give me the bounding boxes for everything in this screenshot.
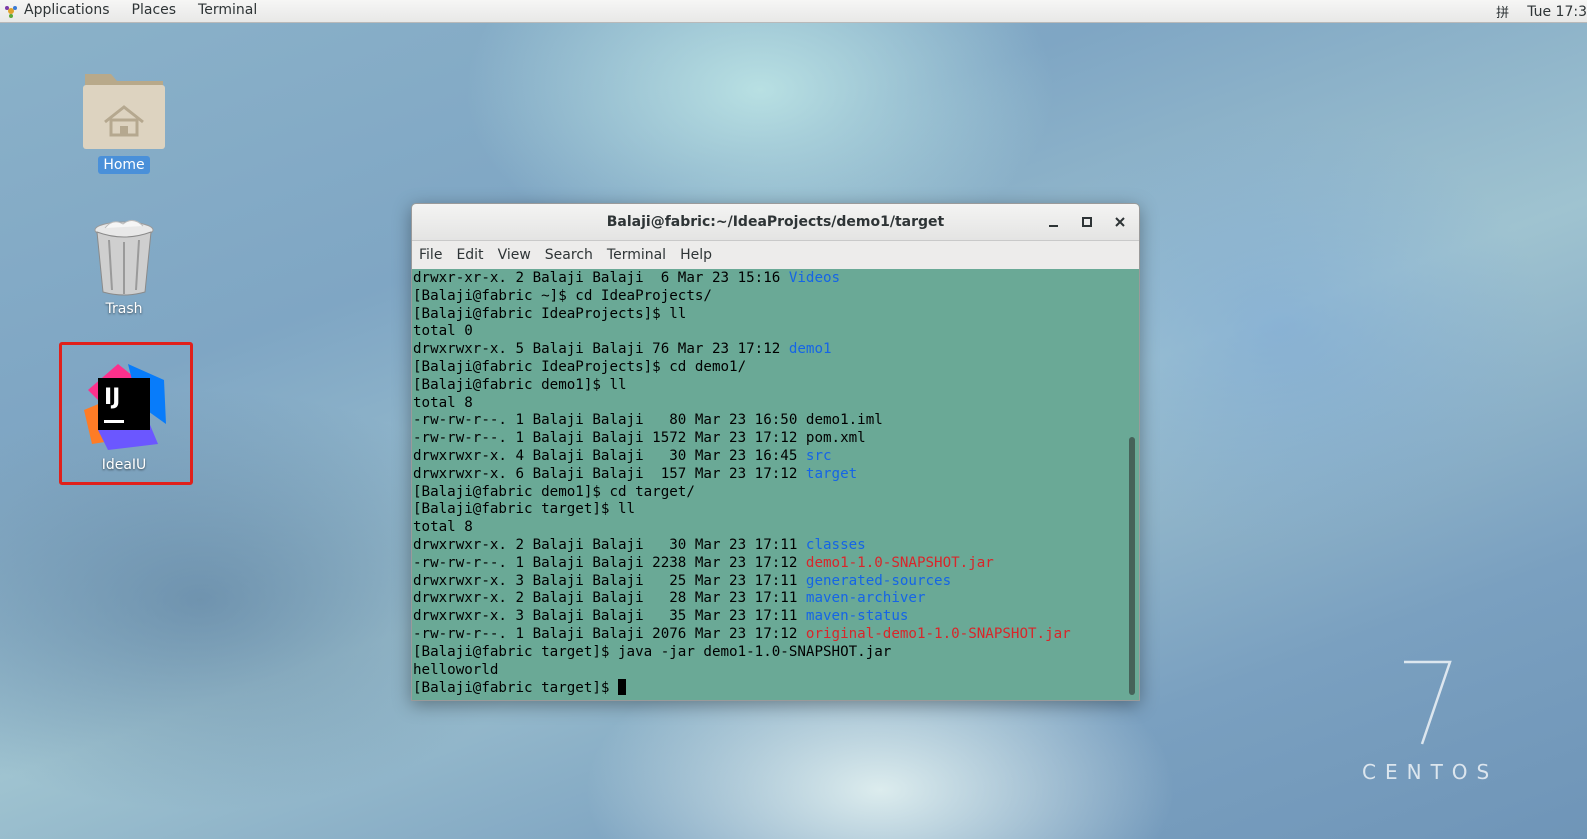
terminal-text: [Balaji@fabric IdeaProjects]$ ll xyxy=(413,305,687,322)
scrollbar-thumb[interactable] xyxy=(1129,437,1135,695)
directory-name: demo1 xyxy=(788,341,832,358)
centos-seven-logo xyxy=(1404,660,1452,745)
input-method-indicator[interactable]: 拼 xyxy=(1486,2,1519,21)
directory-name: target xyxy=(805,465,858,482)
terminal-text: [Balaji@fabric ~]$ cd IdeaProjects/ xyxy=(413,287,712,304)
menu-help[interactable]: Help xyxy=(673,247,719,263)
directory-name: classes xyxy=(805,536,866,553)
terminal-text: drwxrwxr-x. 6 Balaji Balaji 157 Mar 23 1… xyxy=(413,465,806,482)
directory-name: maven-status xyxy=(805,608,909,625)
terminal-text: [Balaji@fabric IdeaProjects]$ cd demo1/ xyxy=(413,358,747,375)
menu-file[interactable]: File xyxy=(412,247,449,263)
centos-watermark-text: CENTOS xyxy=(1362,760,1499,784)
home-folder-icon xyxy=(83,74,165,149)
jar-file-name: original-demo1-1.0-SNAPSHOT.jar xyxy=(805,625,1071,642)
terminal-line: -rw-rw-r--. 1 Balaji Balaji 1572 Mar 23 … xyxy=(413,430,1126,448)
terminal-text: drwxr-xr-x. 2 Balaji Balaji 6 Mar 23 15:… xyxy=(413,270,789,286)
terminal-line: [Balaji@fabric target]$ java -jar demo1-… xyxy=(413,644,1126,662)
directory-name: maven-archiver xyxy=(805,590,926,607)
desktop-icon-label: Trash xyxy=(105,301,143,317)
terminal-line: total 0 xyxy=(413,323,1126,341)
terminal-window[interactable]: Balaji@fabric:~/IdeaProjects/demo1/targe… xyxy=(411,203,1140,701)
terminal-cursor xyxy=(618,679,626,696)
terminal-text: -rw-rw-r--. 1 Balaji Balaji 2076 Mar 23 … xyxy=(413,625,806,642)
desktop-icon-home[interactable]: Home xyxy=(64,68,184,174)
terminal-line: -rw-rw-r--. 1 Balaji Balaji 2076 Mar 23 … xyxy=(413,626,1126,644)
terminal-menubar: File Edit View Search Terminal Help xyxy=(412,241,1139,270)
close-icon[interactable] xyxy=(1110,212,1130,232)
terminal-line: [Balaji@fabric target]$ ll xyxy=(413,501,1126,519)
menu-edit[interactable]: Edit xyxy=(449,247,490,263)
terminal-line: [Balaji@fabric IdeaProjects]$ cd demo1/ xyxy=(413,359,1126,377)
terminal-output[interactable]: drwxr-xr-x. 2 Balaji Balaji 6 Mar 23 15:… xyxy=(412,269,1126,700)
terminal-line: total 8 xyxy=(413,395,1126,413)
places-menu[interactable]: Places xyxy=(121,0,188,23)
top-panel: Applications Places Terminal 拼 Tue 17:3 xyxy=(0,0,1587,23)
terminal-text: total 0 xyxy=(413,323,473,340)
terminal-text: total 8 xyxy=(413,394,473,411)
terminal-line: -rw-rw-r--. 1 Balaji Balaji 2238 Mar 23 … xyxy=(413,555,1126,573)
terminal-line: drwxrwxr-x. 5 Balaji Balaji 76 Mar 23 17… xyxy=(413,341,1126,359)
terminal-line: drwxrwxr-x. 4 Balaji Balaji 30 Mar 23 16… xyxy=(413,448,1126,466)
applications-icon[interactable] xyxy=(4,4,18,18)
terminal-text: [Balaji@fabric demo1]$ cd target/ xyxy=(413,483,695,500)
terminal-text: drwxrwxr-x. 5 Balaji Balaji 76 Mar 23 17… xyxy=(413,341,789,358)
trash-icon xyxy=(94,220,154,296)
directory-name: Videos xyxy=(788,270,841,286)
desktop-icon-trash[interactable]: Trash xyxy=(64,218,184,318)
terminal-line: [Balaji@fabric demo1]$ ll xyxy=(413,377,1126,395)
terminal-line: drwxrwxr-x. 3 Balaji Balaji 25 Mar 23 17… xyxy=(413,573,1126,591)
terminal-line: [Balaji@fabric IdeaProjects]$ ll xyxy=(413,306,1126,324)
directory-name: generated-sources xyxy=(805,572,952,589)
jar-file-name: demo1-1.0-SNAPSHOT.jar xyxy=(805,554,994,571)
terminal-app-menu[interactable]: Terminal xyxy=(187,0,268,23)
terminal-text: helloworld xyxy=(413,661,499,678)
highlight-annotation-box xyxy=(59,342,193,485)
terminal-line: drwxr-xr-x. 2 Balaji Balaji 6 Mar 23 15:… xyxy=(413,270,1126,288)
terminal-scrollbar[interactable] xyxy=(1125,269,1139,699)
maximize-icon[interactable] xyxy=(1077,212,1097,232)
terminal-line: total 8 xyxy=(413,519,1126,537)
terminal-line: drwxrwxr-x. 6 Balaji Balaji 157 Mar 23 1… xyxy=(413,466,1126,484)
directory-name: src xyxy=(805,447,832,464)
terminal-text: [Balaji@fabric target]$ xyxy=(413,680,618,697)
terminal-line: [Balaji@fabric ~]$ cd IdeaProjects/ xyxy=(413,288,1126,306)
terminal-text: drwxrwxr-x. 4 Balaji Balaji 30 Mar 23 16… xyxy=(413,447,806,464)
terminal-text: drwxrwxr-x. 2 Balaji Balaji 30 Mar 23 17… xyxy=(413,536,806,553)
terminal-text: drwxrwxr-x. 3 Balaji Balaji 35 Mar 23 17… xyxy=(413,608,806,625)
window-titlebar[interactable]: Balaji@fabric:~/IdeaProjects/demo1/targe… xyxy=(412,204,1139,241)
terminal-line: drwxrwxr-x. 3 Balaji Balaji 35 Mar 23 17… xyxy=(413,608,1126,626)
terminal-text: drwxrwxr-x. 3 Balaji Balaji 25 Mar 23 17… xyxy=(413,572,806,589)
applications-menu[interactable]: Applications xyxy=(18,0,121,23)
minimize-icon[interactable] xyxy=(1044,212,1064,232)
terminal-text: total 8 xyxy=(413,519,473,536)
terminal-text: -rw-rw-r--. 1 Balaji Balaji 2238 Mar 23 … xyxy=(413,554,806,571)
terminal-text: -rw-rw-r--. 1 Balaji Balaji 80 Mar 23 16… xyxy=(413,412,883,429)
terminal-text: -rw-rw-r--. 1 Balaji Balaji 1572 Mar 23 … xyxy=(413,430,866,447)
clock[interactable]: Tue 17:3 xyxy=(1519,4,1587,20)
menu-terminal[interactable]: Terminal xyxy=(600,247,673,263)
terminal-line: drwxrwxr-x. 2 Balaji Balaji 28 Mar 23 17… xyxy=(413,590,1126,608)
terminal-text: drwxrwxr-x. 2 Balaji Balaji 28 Mar 23 17… xyxy=(413,590,806,607)
terminal-line: -rw-rw-r--. 1 Balaji Balaji 80 Mar 23 16… xyxy=(413,412,1126,430)
terminal-text: [Balaji@fabric target]$ ll xyxy=(413,501,636,518)
terminal-line: helloworld xyxy=(413,662,1126,680)
desktop-icon-label: Home xyxy=(98,156,150,174)
terminal-text: [Balaji@fabric demo1]$ ll xyxy=(413,376,627,393)
terminal-line: [Balaji@fabric demo1]$ cd target/ xyxy=(413,484,1126,502)
terminal-text: [Balaji@fabric target]$ java -jar demo1-… xyxy=(413,643,892,660)
terminal-line: [Balaji@fabric target]$ xyxy=(413,679,1126,697)
menu-search[interactable]: Search xyxy=(538,247,600,263)
menu-view[interactable]: View xyxy=(491,247,538,263)
terminal-line: drwxrwxr-x. 2 Balaji Balaji 30 Mar 23 17… xyxy=(413,537,1126,555)
window-title: Balaji@fabric:~/IdeaProjects/demo1/targe… xyxy=(606,214,945,230)
